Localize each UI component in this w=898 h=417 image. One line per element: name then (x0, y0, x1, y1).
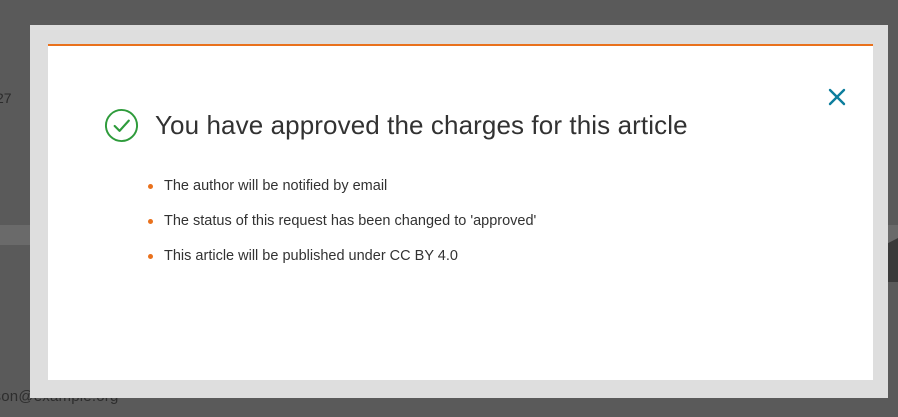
list-item-text: This article will be published under CC … (164, 248, 458, 264)
approval-dialog: You have approved the charges for this a… (48, 44, 873, 380)
bullet-icon (148, 219, 153, 224)
close-button[interactable] (824, 84, 850, 110)
background-number-fragment: 27 (0, 90, 12, 106)
bullet-icon (148, 254, 153, 259)
close-icon[interactable] (828, 88, 846, 106)
list-item-text: The status of this request has been chan… (164, 213, 537, 229)
list-item-text: The author will be notified by email (164, 178, 388, 194)
list-item: The author will be notified by email (146, 176, 536, 196)
dialog-title: You have approved the charges for this a… (155, 110, 688, 140)
dialog-header: You have approved the charges for this a… (104, 108, 688, 143)
list-item: This article will be published under CC … (146, 246, 536, 266)
notification-list: The author will be notified by email The… (146, 176, 536, 281)
list-item: The status of this request has been chan… (146, 211, 536, 231)
check-circle-icon (104, 108, 139, 143)
bullet-icon (148, 184, 153, 189)
